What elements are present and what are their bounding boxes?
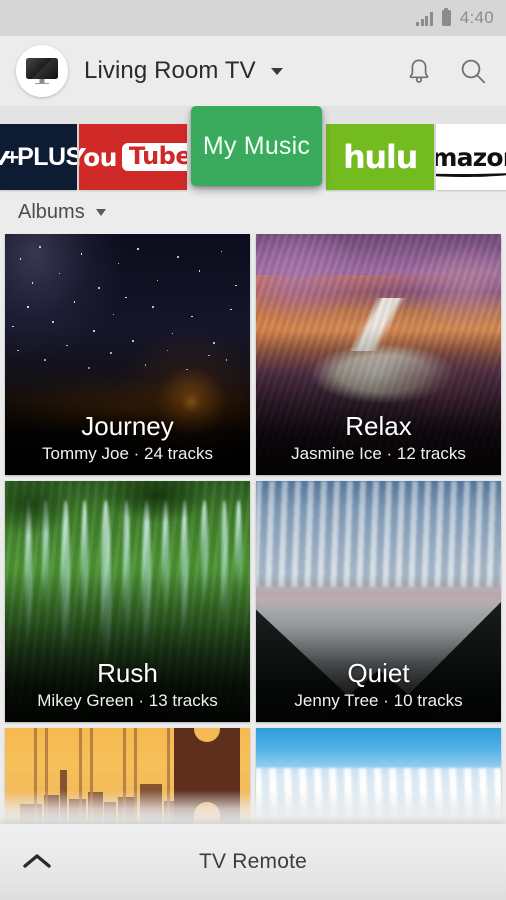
album-row: Rush Mikey Green · 13 tracks Quiet Jenny… <box>5 481 501 722</box>
album-art-city-skyline <box>5 728 250 824</box>
cloud-band-decoration <box>256 481 501 588</box>
chevron-down-icon <box>271 68 284 76</box>
album-card-quiet[interactable]: Quiet Jenny Tree · 10 tracks <box>256 481 501 722</box>
album-subtitle: Tommy Joe · 24 tracks <box>42 444 213 463</box>
album-card-city[interactable] <box>5 728 250 824</box>
app-bar-actions <box>400 52 492 90</box>
status-bar: 4:40 <box>0 0 506 36</box>
section-header[interactable]: Albums <box>0 190 506 234</box>
tvplus-label-plus-word: PLUS <box>17 142 77 171</box>
album-meta: Relax Jasmine Ice · 12 tracks <box>256 410 501 464</box>
tab-mymusic[interactable]: My Music <box>191 106 322 186</box>
album-meta: Rush Mikey Green · 13 tracks <box>5 657 250 711</box>
album-title: Rush <box>97 657 158 688</box>
bell-icon <box>409 59 429 83</box>
device-avatar[interactable] <box>16 45 68 97</box>
tab-tvplus[interactable]: tv + PLUS <box>0 124 77 190</box>
search-icon <box>461 59 486 84</box>
tv-icon <box>26 58 58 84</box>
album-title: Quiet <box>347 657 410 688</box>
cloud-layer-decoration <box>256 768 501 824</box>
album-card-rush[interactable]: Rush Mikey Green · 13 tracks <box>5 481 250 722</box>
youtube-logo-icon: You Tube <box>79 142 187 172</box>
app-bar: Living Room TV <box>0 36 506 106</box>
page-title: Albums <box>18 200 85 223</box>
amazon-label: amazon <box>436 143 506 177</box>
city-silhouette-decoration <box>5 728 250 824</box>
album-title: Relax <box>345 410 412 441</box>
album-title: Journey <box>81 410 174 441</box>
tab-hulu[interactable]: hulu <box>326 124 434 190</box>
album-meta: Quiet Jenny Tree · 10 tracks <box>256 657 501 711</box>
battery-icon <box>441 7 451 26</box>
notifications-button[interactable] <box>400 52 438 90</box>
album-card-relax[interactable]: Relax Jasmine Ice · 12 tracks <box>256 234 501 475</box>
tv-remote-label: TV Remote <box>199 850 307 873</box>
caret-down-icon <box>95 208 106 216</box>
signal-bars-icon <box>416 11 433 26</box>
device-name-selector[interactable]: Living Room TV <box>84 57 284 85</box>
tab-amazon[interactable]: amazon <box>436 124 506 190</box>
amazon-logo-icon: amazon <box>436 143 506 177</box>
album-row: Journey Tommy Joe · 24 tracks Relax Jasm… <box>5 234 501 475</box>
tab-youtube[interactable]: You Tube <box>79 124 187 190</box>
tab-mymusic-label: My Music <box>202 131 311 160</box>
status-bar-clock: 4:40 <box>459 8 494 27</box>
youtube-label-tube: Tube <box>121 142 187 171</box>
album-card-clouds[interactable] <box>256 728 501 824</box>
album-card-journey[interactable]: Journey Tommy Joe · 24 tracks <box>5 234 250 475</box>
album-subtitle: Mikey Green · 13 tracks <box>37 691 218 710</box>
album-art-cloud-sky <box>256 728 501 824</box>
search-button[interactable] <box>454 52 492 90</box>
tv-remote-bar[interactable]: TV Remote <box>0 824 506 900</box>
app-tab-strip: tv + PLUS You Tube My Music hulu amazon <box>0 106 506 190</box>
device-name-label: Living Room TV <box>84 57 256 84</box>
album-meta: Journey Tommy Joe · 24 tracks <box>5 410 250 464</box>
bridge-tower-decoration <box>174 728 240 824</box>
youtube-label-you: You <box>79 142 117 172</box>
expand-remote-button[interactable] <box>16 841 58 883</box>
chevron-up-icon <box>23 854 51 868</box>
album-subtitle: Jasmine Ice · 12 tracks <box>291 444 466 463</box>
hulu-logo-icon: hulu <box>342 138 418 176</box>
album-grid[interactable]: Journey Tommy Joe · 24 tracks Relax Jasm… <box>0 234 506 824</box>
album-subtitle: Jenny Tree · 10 tracks <box>294 691 463 710</box>
album-row-partial <box>5 728 501 824</box>
tvplus-logo-icon: tv + PLUS <box>0 142 77 172</box>
